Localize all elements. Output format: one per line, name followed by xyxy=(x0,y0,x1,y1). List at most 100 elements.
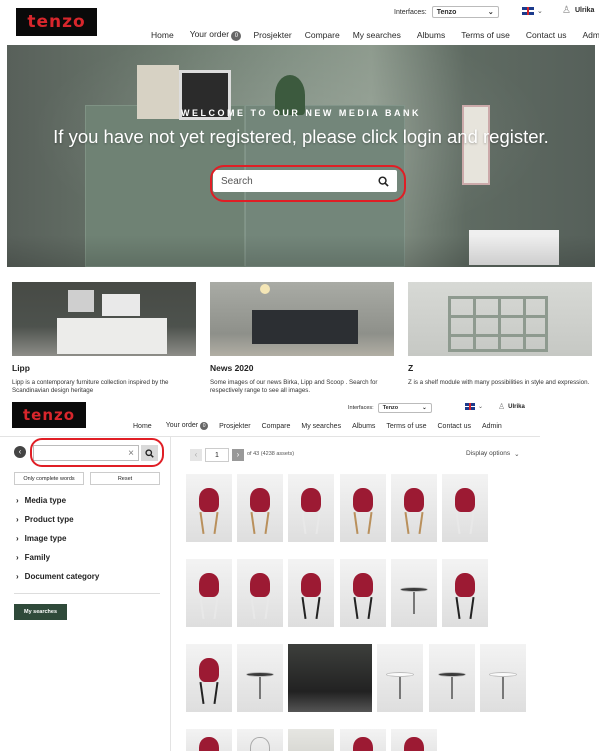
table-leg xyxy=(451,677,453,699)
chair-seat xyxy=(199,488,219,512)
asset-thumbnail[interactable] xyxy=(186,729,232,751)
asset-thumbnail[interactable] xyxy=(186,474,232,542)
hero-kicker: WELCOME TO OUR NEW MEDIA BANK xyxy=(181,108,421,118)
nav-my-searches[interactable]: My searches xyxy=(353,30,401,40)
nav-compare[interactable]: Compare xyxy=(262,423,291,430)
annotation-circle xyxy=(30,438,164,467)
chair-leg xyxy=(199,681,205,705)
nav-prosjekter[interactable]: Prosjekter xyxy=(219,423,251,430)
brand-logo[interactable]: tenzo xyxy=(12,402,86,428)
asset-thumbnail[interactable] xyxy=(340,474,386,542)
asset-thumbnail[interactable] xyxy=(288,729,334,751)
asset-thumbnail[interactable] xyxy=(340,729,386,751)
nav-contact[interactable]: Contact us xyxy=(438,423,471,430)
asset-thumbnail[interactable] xyxy=(391,474,437,542)
sidebar-separator xyxy=(14,593,160,594)
nav-prosjekter[interactable]: Prosjekter xyxy=(253,30,291,40)
asset-thumbnail[interactable] xyxy=(340,559,386,627)
chair-leg xyxy=(301,511,307,535)
filter-family[interactable]: › Family xyxy=(16,553,50,562)
chair-leg xyxy=(250,511,256,535)
table-leg xyxy=(413,592,415,614)
nav-home[interactable]: Home xyxy=(133,423,152,430)
table-leg xyxy=(399,677,401,699)
nav-terms[interactable]: Terms of use xyxy=(386,423,426,430)
asset-thumbnail[interactable] xyxy=(186,559,232,627)
nav-contact[interactable]: Contact us xyxy=(526,30,567,40)
chair-seat xyxy=(250,488,270,512)
filter-label: Product type xyxy=(24,515,74,524)
asset-thumbnail[interactable] xyxy=(288,474,334,542)
user-icon: ♙ xyxy=(562,5,571,16)
nav-admin[interactable]: Admin xyxy=(482,423,502,430)
next-page-button[interactable]: › xyxy=(232,449,244,461)
chair-leg xyxy=(455,511,461,535)
interface-dropdown[interactable]: Tenzo ⌄ xyxy=(377,403,432,413)
page-input[interactable]: 1 xyxy=(205,448,229,462)
uk-flag-icon xyxy=(522,7,534,15)
filter-document-category[interactable]: › Document category xyxy=(16,572,99,581)
nav-your-order[interactable]: Your order 0 xyxy=(190,29,242,41)
sideboard xyxy=(57,318,167,354)
art-frame xyxy=(102,294,140,316)
chevron-down-icon: ⌄ xyxy=(537,8,543,15)
reset-button[interactable]: Reset xyxy=(90,472,160,485)
card-lipp-text: Lipp is a contemporary furniture collect… xyxy=(12,379,169,394)
chair-seat xyxy=(301,573,321,597)
nav-admin[interactable]: Admin xyxy=(583,30,599,40)
brand-logo[interactable]: tenzo xyxy=(16,8,97,36)
language-selector[interactable]: ⌄ xyxy=(465,403,483,410)
asset-thumbnail[interactable] xyxy=(442,474,488,542)
card-news-title[interactable]: News 2020 xyxy=(210,363,253,373)
interfaces-label: Interfaces: xyxy=(394,8,427,16)
filter-product-type[interactable]: › Product type xyxy=(16,515,74,524)
my-searches-button[interactable]: My searches xyxy=(14,604,67,620)
chair-seat xyxy=(455,488,475,512)
chair-seat xyxy=(353,573,373,597)
asset-thumbnail[interactable] xyxy=(377,644,423,712)
card-z-title[interactable]: Z xyxy=(408,363,413,373)
nav-your-order[interactable]: Your order 0 xyxy=(166,422,209,430)
asset-thumbnail[interactable] xyxy=(186,644,232,712)
user-menu[interactable]: ♙ Ulrika xyxy=(562,5,594,16)
asset-thumbnail[interactable] xyxy=(429,644,475,712)
chair-leg xyxy=(301,596,307,620)
asset-thumbnail[interactable] xyxy=(391,559,437,627)
card-lipp-title[interactable]: Lipp xyxy=(12,363,30,373)
filter-label: Family xyxy=(24,553,51,562)
interface-value: Tenzo xyxy=(382,405,399,411)
card-z-image[interactable] xyxy=(408,282,592,356)
user-menu[interactable]: ♙ Ulrika xyxy=(498,402,525,411)
prev-page-button[interactable]: ‹ xyxy=(190,449,202,461)
language-selector[interactable]: ⌄ xyxy=(522,7,543,15)
asset-thumbnail[interactable] xyxy=(391,729,437,751)
asset-thumbnail[interactable] xyxy=(237,644,283,712)
chair-leg xyxy=(315,596,321,620)
collapse-sidebar-icon[interactable]: ‹ xyxy=(14,446,26,458)
interface-dropdown[interactable]: Tenzo ⌄ xyxy=(431,6,499,18)
asset-thumbnail[interactable] xyxy=(288,559,334,627)
chevron-right-icon: › xyxy=(16,515,19,524)
nav-albums[interactable]: Albums xyxy=(352,423,375,430)
display-options[interactable]: Display options ⌄ xyxy=(466,450,520,458)
chair-leg xyxy=(367,511,373,535)
nav-albums[interactable]: Albums xyxy=(417,30,445,40)
chair-seat xyxy=(404,488,424,512)
nav-compare[interactable]: Compare xyxy=(305,30,340,40)
asset-thumbnail[interactable] xyxy=(237,729,283,751)
hero-headline: If you have not yet registered, please c… xyxy=(53,126,549,147)
asset-thumbnail[interactable] xyxy=(237,559,283,627)
card-news-image[interactable] xyxy=(210,282,394,356)
asset-thumbnail[interactable] xyxy=(480,644,526,712)
asset-thumbnail[interactable] xyxy=(237,474,283,542)
nav-home[interactable]: Home xyxy=(151,30,174,40)
asset-thumbnail[interactable] xyxy=(442,559,488,627)
card-lipp-image[interactable] xyxy=(12,282,196,356)
filter-image-type[interactable]: › Image type xyxy=(16,534,66,543)
nav-terms[interactable]: Terms of use xyxy=(461,30,510,40)
asset-thumbnail[interactable] xyxy=(288,644,372,712)
chair-leg xyxy=(199,596,205,620)
filter-media-type[interactable]: › Media type xyxy=(16,496,66,505)
only-complete-words-toggle[interactable]: Only complete words xyxy=(14,472,84,485)
nav-my-searches[interactable]: My searches xyxy=(301,423,341,430)
